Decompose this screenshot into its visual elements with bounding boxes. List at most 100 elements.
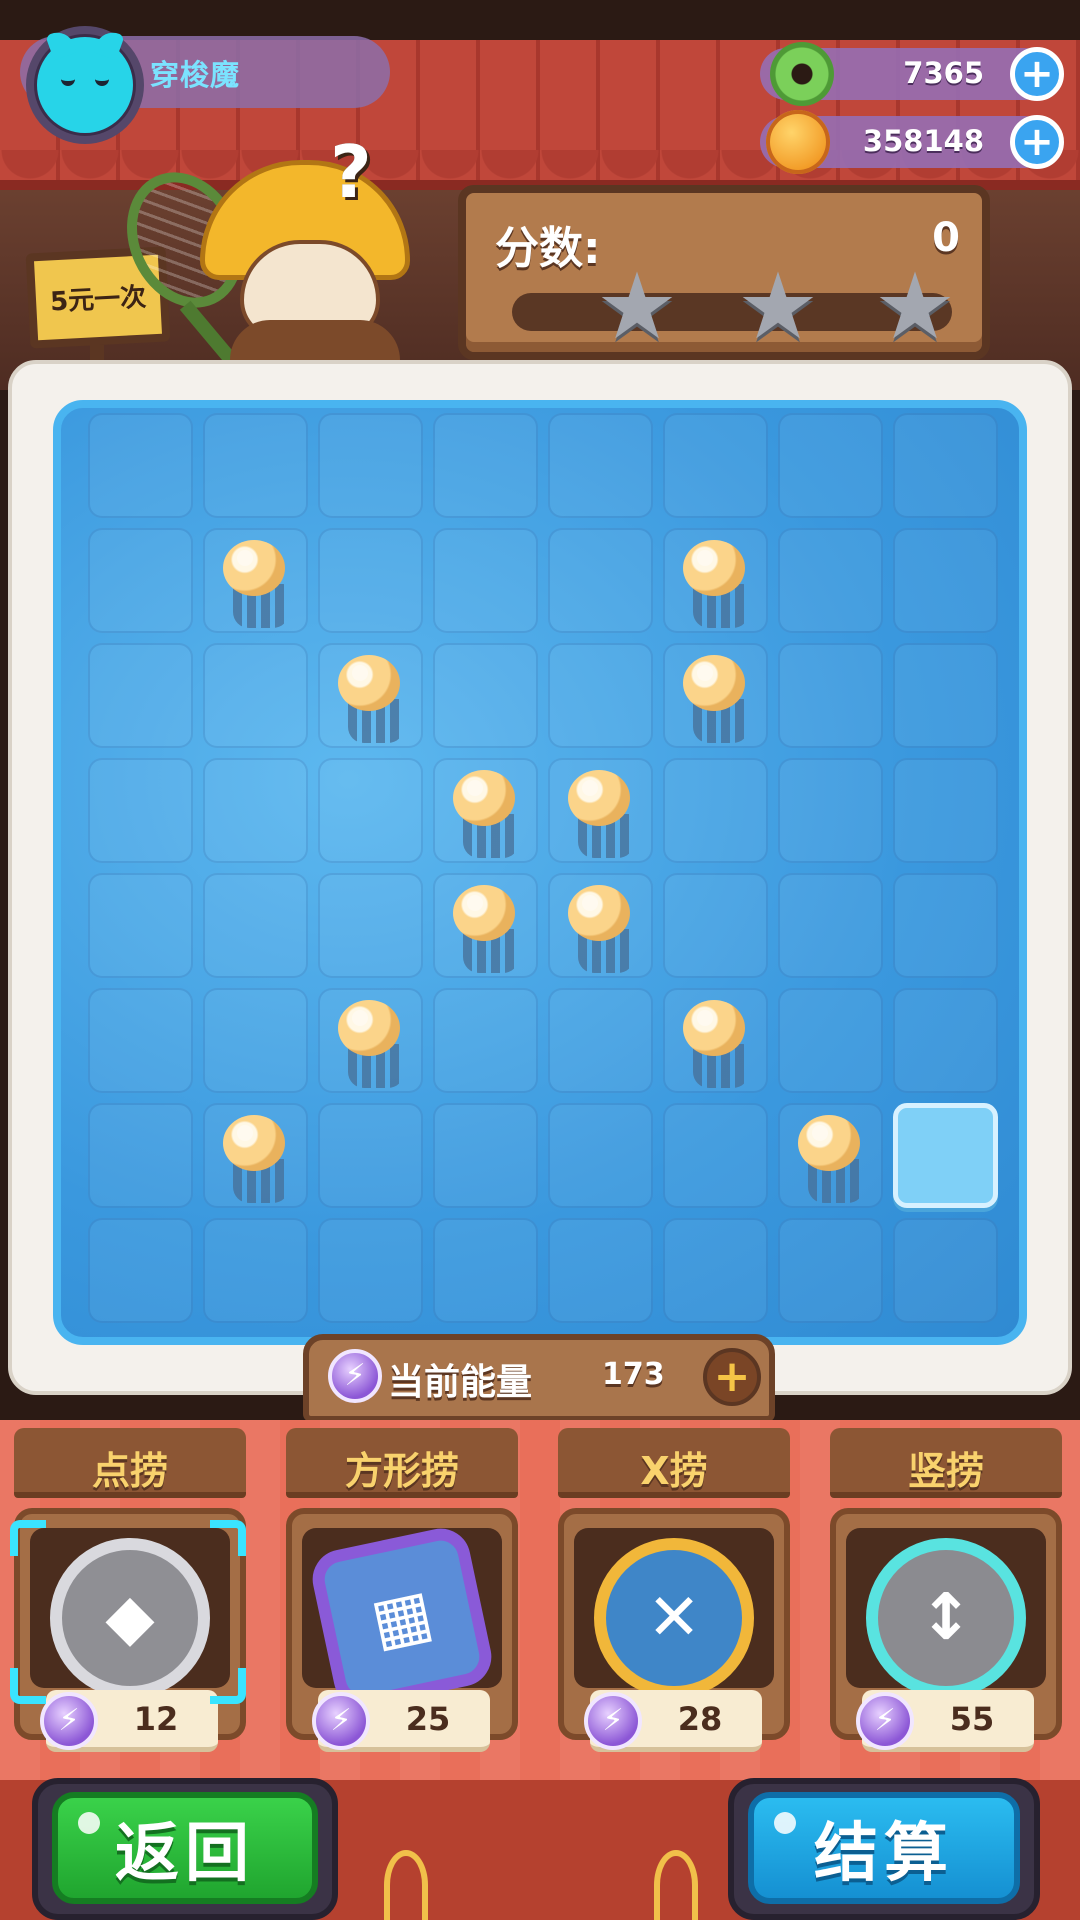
grid-cell[interactable]: [778, 413, 883, 518]
tool-title: 点捞: [91, 1449, 168, 1493]
grid-cell[interactable]: [663, 1103, 768, 1208]
avatar[interactable]: [26, 26, 144, 144]
tool-x-net[interactable]: X捞 ✕ ⚡ 28: [550, 1428, 800, 1758]
grid-cell[interactable]: [203, 1103, 308, 1208]
grid-cell[interactable]: [203, 873, 308, 978]
grid-cell[interactable]: [318, 873, 423, 978]
grid-cell[interactable]: [663, 758, 768, 863]
grid-cell[interactable]: [548, 758, 653, 863]
grid-cell[interactable]: [88, 758, 193, 863]
grid-cell[interactable]: [778, 758, 883, 863]
grid-cell[interactable]: [663, 1218, 768, 1323]
grid-cell[interactable]: [663, 413, 768, 518]
add-coin-button[interactable]: +: [1010, 115, 1064, 169]
grid-cell[interactable]: [893, 643, 998, 748]
grid-cell[interactable]: [203, 758, 308, 863]
grid-cell-selected[interactable]: [893, 1103, 998, 1208]
tool-dot-net[interactable]: 点捞 ◆ ⚡ 12: [6, 1428, 256, 1758]
grid-cell[interactable]: [548, 988, 653, 1093]
grid-cell[interactable]: [318, 413, 423, 518]
tool-square-net[interactable]: 方形捞 ▦ ⚡ 25: [278, 1428, 528, 1758]
grid-cell[interactable]: [433, 988, 538, 1093]
grid-cell[interactable]: [663, 643, 768, 748]
grid-cell[interactable]: [433, 1218, 538, 1323]
jellyfish-head: [568, 885, 630, 941]
grid-cell[interactable]: [88, 413, 193, 518]
grid-cell[interactable]: [203, 413, 308, 518]
coin-count: 358148: [862, 124, 984, 158]
jellyfish-icon: [564, 885, 644, 975]
grid-cell[interactable]: [318, 758, 423, 863]
grid-cell[interactable]: [88, 988, 193, 1093]
grid-cell[interactable]: [893, 758, 998, 863]
grid-cell[interactable]: [433, 528, 538, 633]
grid-cell[interactable]: [433, 413, 538, 518]
grid-cell[interactable]: [88, 643, 193, 748]
grid-cell[interactable]: [663, 873, 768, 978]
grid-cell[interactable]: [663, 528, 768, 633]
lightning-energy-icon: ⚡: [40, 1692, 98, 1750]
grid-cell[interactable]: [548, 413, 653, 518]
grid-cell[interactable]: [88, 873, 193, 978]
grid-cell[interactable]: [433, 643, 538, 748]
tool-vertical-net[interactable]: 竖捞 ↕ ⚡ 55: [822, 1428, 1072, 1758]
donut-count: 7365: [903, 56, 984, 90]
grid-cell[interactable]: [548, 873, 653, 978]
grid-cell[interactable]: [318, 988, 423, 1093]
grid-cell[interactable]: [433, 873, 538, 978]
selection-corner-bottom-right: [210, 1668, 246, 1704]
square-net-icon: ▦: [307, 1523, 497, 1713]
jellyfish-icon: [334, 655, 414, 745]
tool-cost: 55: [949, 1700, 995, 1738]
player-name: 穿梭魔: [150, 58, 241, 92]
grid-cell[interactable]: [778, 643, 883, 748]
vertical-net-icon: ↕: [866, 1538, 1026, 1698]
add-donut-button[interactable]: +: [1010, 47, 1064, 101]
grid-cell[interactable]: [548, 1218, 653, 1323]
grid-cell[interactable]: [778, 528, 883, 633]
grid-cell[interactable]: [203, 988, 308, 1093]
grid-cell[interactable]: [778, 988, 883, 1093]
grid-cell[interactable]: [433, 758, 538, 863]
back-button-label: 返回: [115, 1817, 255, 1891]
grid-cell[interactable]: [893, 528, 998, 633]
grid-cell[interactable]: [893, 988, 998, 1093]
grid-cell[interactable]: [318, 643, 423, 748]
energy-label: 当前能量: [388, 1362, 533, 1403]
energy-value: 173: [602, 1357, 665, 1392]
grid-cell[interactable]: [893, 1218, 998, 1323]
score-label: 分数:: [495, 223, 601, 274]
settle-button[interactable]: 结算: [748, 1792, 1020, 1904]
grid-cell[interactable]: [893, 873, 998, 978]
back-button[interactable]: 返回: [52, 1792, 318, 1904]
grid-cell[interactable]: [778, 873, 883, 978]
grid-cell[interactable]: [778, 1103, 883, 1208]
lightning-energy-icon: ⚡: [312, 1692, 370, 1750]
grid-cell[interactable]: [203, 528, 308, 633]
selection-corner-bottom-left: [10, 1668, 46, 1704]
grid-cell[interactable]: [778, 1218, 883, 1323]
x-net-icon: ✕: [594, 1538, 754, 1698]
grid-cell[interactable]: [548, 643, 653, 748]
grid-cell[interactable]: [88, 1218, 193, 1323]
grid-cell[interactable]: [663, 988, 768, 1093]
jellyfish-icon: [219, 540, 299, 630]
lantern-icon: [384, 1850, 428, 1920]
add-energy-button[interactable]: +: [703, 1348, 761, 1406]
grid-cell[interactable]: [88, 1103, 193, 1208]
grid-cell[interactable]: [548, 1103, 653, 1208]
star-icon-1: ★: [595, 253, 679, 360]
grid-cell[interactable]: [318, 1218, 423, 1323]
jellyfish-icon: [679, 540, 759, 630]
grid-cell[interactable]: [318, 1103, 423, 1208]
grid-cell[interactable]: [548, 528, 653, 633]
jellyfish-head: [798, 1115, 860, 1171]
jellyfish-icon: [679, 655, 759, 745]
grid-cell[interactable]: [203, 1218, 308, 1323]
fishing-grid: [88, 413, 998, 1323]
grid-cell[interactable]: [433, 1103, 538, 1208]
grid-cell[interactable]: [318, 528, 423, 633]
grid-cell[interactable]: [203, 643, 308, 748]
grid-cell[interactable]: [88, 528, 193, 633]
grid-cell[interactable]: [893, 413, 998, 518]
